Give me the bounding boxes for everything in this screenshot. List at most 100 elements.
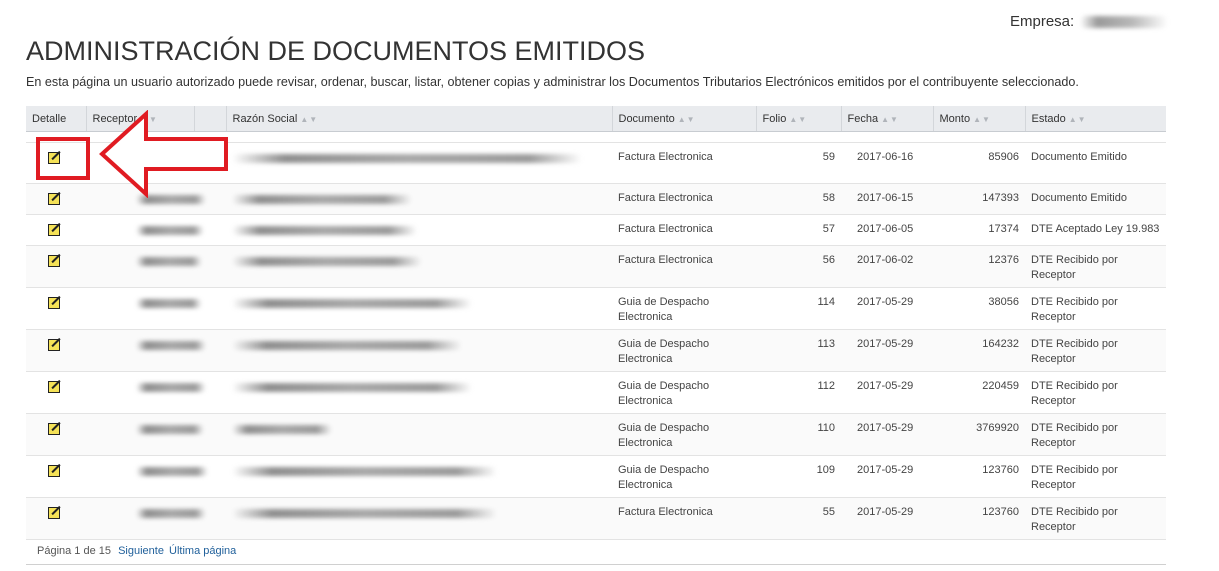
razon-social-cell bbox=[226, 142, 612, 184]
sort-icon[interactable]: ▲▼ bbox=[678, 115, 696, 124]
fecha-cell: 2017-05-29 bbox=[841, 413, 933, 456]
estado-cell: DTE Recibido por Receptor bbox=[1025, 287, 1166, 330]
sort-icon[interactable]: ▲▼ bbox=[300, 115, 318, 124]
col-estado[interactable]: Estado ▲▼ bbox=[1024, 106, 1166, 132]
estado-cell: Documento Emitido bbox=[1025, 142, 1166, 184]
documento-cell: Guia de Despacho Electronica bbox=[612, 455, 756, 498]
receptor-cell bbox=[86, 371, 226, 414]
monto-cell: 220459 bbox=[933, 371, 1025, 414]
estado-cell: DTE Recibido por Receptor bbox=[1025, 497, 1166, 540]
documento-cell: Factura Electronica bbox=[612, 245, 756, 288]
table-row: Guia de Despacho Electronica 114 2017-05-2… bbox=[26, 287, 1166, 330]
estado-cell: DTE Recibido por Receptor bbox=[1025, 455, 1166, 498]
estado-cell: DTE Recibido por Receptor bbox=[1025, 245, 1166, 288]
folio-cell: 59 bbox=[756, 142, 841, 184]
estado-cell: Documento Emitido bbox=[1025, 183, 1166, 215]
fecha-cell: 2017-05-29 bbox=[841, 497, 933, 540]
monto-cell: 17374 bbox=[933, 214, 1025, 246]
page-title: ADMINISTRACIÓN DE DOCUMENTOS EMITIDOS bbox=[26, 36, 646, 66]
page-description: En esta página un usuario autorizado pue… bbox=[26, 75, 1079, 89]
table-row: Factura Electronica 56 2017-06-02 12376 DTE … bbox=[26, 245, 1166, 288]
monto-cell: 12376 bbox=[933, 245, 1025, 288]
last-page-link[interactable]: Última página bbox=[169, 545, 236, 557]
fecha-cell: 2017-05-29 bbox=[841, 329, 933, 372]
pagination-info: Página 1 de 15 bbox=[37, 545, 112, 557]
razon-social-cell bbox=[226, 455, 612, 498]
receptor-cell bbox=[86, 413, 226, 456]
folio-cell: 110 bbox=[756, 413, 841, 456]
sort-icon[interactable]: ▲▼ bbox=[789, 115, 807, 124]
detalle-cell bbox=[26, 287, 86, 330]
documento-cell: Factura Electronica bbox=[612, 142, 756, 184]
receptor-cell bbox=[86, 497, 226, 540]
edit-icon[interactable] bbox=[48, 193, 60, 205]
documento-cell: Guia de Despacho Electronica bbox=[612, 287, 756, 330]
next-page-link[interactable]: Siguiente bbox=[118, 545, 164, 557]
annotation-arrow-icon bbox=[99, 110, 228, 198]
razon-social-redacted bbox=[232, 467, 497, 476]
razon-social-cell bbox=[226, 497, 612, 540]
col-folio[interactable]: Folio ▲▼ bbox=[755, 106, 841, 132]
sort-icon[interactable]: ▲▼ bbox=[973, 115, 991, 124]
documento-cell: Factura Electronica bbox=[612, 183, 756, 215]
folio-cell: 112 bbox=[756, 371, 841, 414]
receptor-cell bbox=[86, 214, 226, 246]
monto-cell: 85906 bbox=[933, 142, 1025, 184]
fecha-cell: 2017-06-02 bbox=[841, 245, 933, 288]
monto-cell: 123760 bbox=[933, 497, 1025, 540]
razon-social-cell bbox=[226, 371, 612, 414]
col-fecha[interactable]: Fecha ▲▼ bbox=[840, 106, 933, 132]
edit-icon[interactable] bbox=[48, 423, 60, 435]
razon-social-redacted bbox=[232, 226, 417, 235]
fecha-cell: 2017-06-05 bbox=[841, 214, 933, 246]
sort-icon[interactable]: ▲▼ bbox=[881, 115, 899, 124]
edit-icon[interactable] bbox=[48, 339, 60, 351]
razon-social-cell bbox=[226, 214, 612, 246]
receptor-redacted bbox=[136, 341, 206, 350]
razon-social-redacted bbox=[232, 425, 332, 434]
table-row: Factura Electronica 57 2017-06-05 17374 DTE … bbox=[26, 214, 1166, 246]
monto-cell: 123760 bbox=[933, 455, 1025, 498]
detalle-cell bbox=[26, 413, 86, 456]
monto-cell: 164232 bbox=[933, 329, 1025, 372]
folio-cell: 109 bbox=[756, 455, 841, 498]
edit-icon[interactable] bbox=[48, 507, 60, 519]
edit-icon[interactable] bbox=[48, 381, 60, 393]
documento-cell: Guia de Despacho Electronica bbox=[612, 329, 756, 372]
fecha-cell: 2017-05-29 bbox=[841, 371, 933, 414]
receptor-redacted bbox=[136, 509, 206, 518]
fecha-cell: 2017-05-29 bbox=[841, 455, 933, 498]
col-documento[interactable]: Documento ▲▼ bbox=[611, 106, 756, 132]
table-row: Guia de Despacho Electronica 110 2017-05-2… bbox=[26, 413, 1166, 456]
receptor-redacted bbox=[136, 299, 202, 308]
detalle-cell bbox=[26, 183, 86, 215]
razon-social-cell bbox=[226, 183, 612, 215]
razon-social-cell bbox=[226, 329, 612, 372]
pagination: Página 1 de 15 Siguiente Última página bbox=[26, 539, 1166, 565]
documento-cell: Factura Electronica bbox=[612, 497, 756, 540]
estado-cell: DTE Recibido por Receptor bbox=[1025, 413, 1166, 456]
edit-icon[interactable] bbox=[48, 297, 60, 309]
edit-icon[interactable] bbox=[48, 465, 60, 477]
razon-social-redacted bbox=[232, 299, 472, 308]
sort-icon[interactable]: ▲▼ bbox=[1069, 115, 1087, 124]
col-detalle: Detalle bbox=[26, 106, 86, 132]
documento-cell: Factura Electronica bbox=[612, 214, 756, 246]
edit-icon[interactable] bbox=[48, 255, 60, 267]
documento-cell: Guia de Despacho Electronica bbox=[612, 371, 756, 414]
monto-cell: 3769920 bbox=[933, 413, 1025, 456]
empresa-label: Empresa: bbox=[1010, 13, 1075, 30]
fecha-cell: 2017-06-15 bbox=[841, 183, 933, 215]
razon-social-redacted bbox=[232, 383, 472, 392]
monto-cell: 38056 bbox=[933, 287, 1025, 330]
folio-cell: 55 bbox=[756, 497, 841, 540]
edit-icon[interactable] bbox=[48, 224, 60, 236]
razon-social-redacted bbox=[232, 154, 582, 163]
razon-social-redacted bbox=[232, 509, 497, 518]
receptor-redacted bbox=[136, 383, 206, 392]
col-monto[interactable]: Monto ▲▼ bbox=[932, 106, 1025, 132]
folio-cell: 58 bbox=[756, 183, 841, 215]
receptor-redacted bbox=[136, 425, 204, 434]
table-row: Guia de Despacho Electronica 112 2017-05-2… bbox=[26, 371, 1166, 414]
col-razon-social[interactable]: Razón Social ▲▼ bbox=[225, 106, 612, 132]
